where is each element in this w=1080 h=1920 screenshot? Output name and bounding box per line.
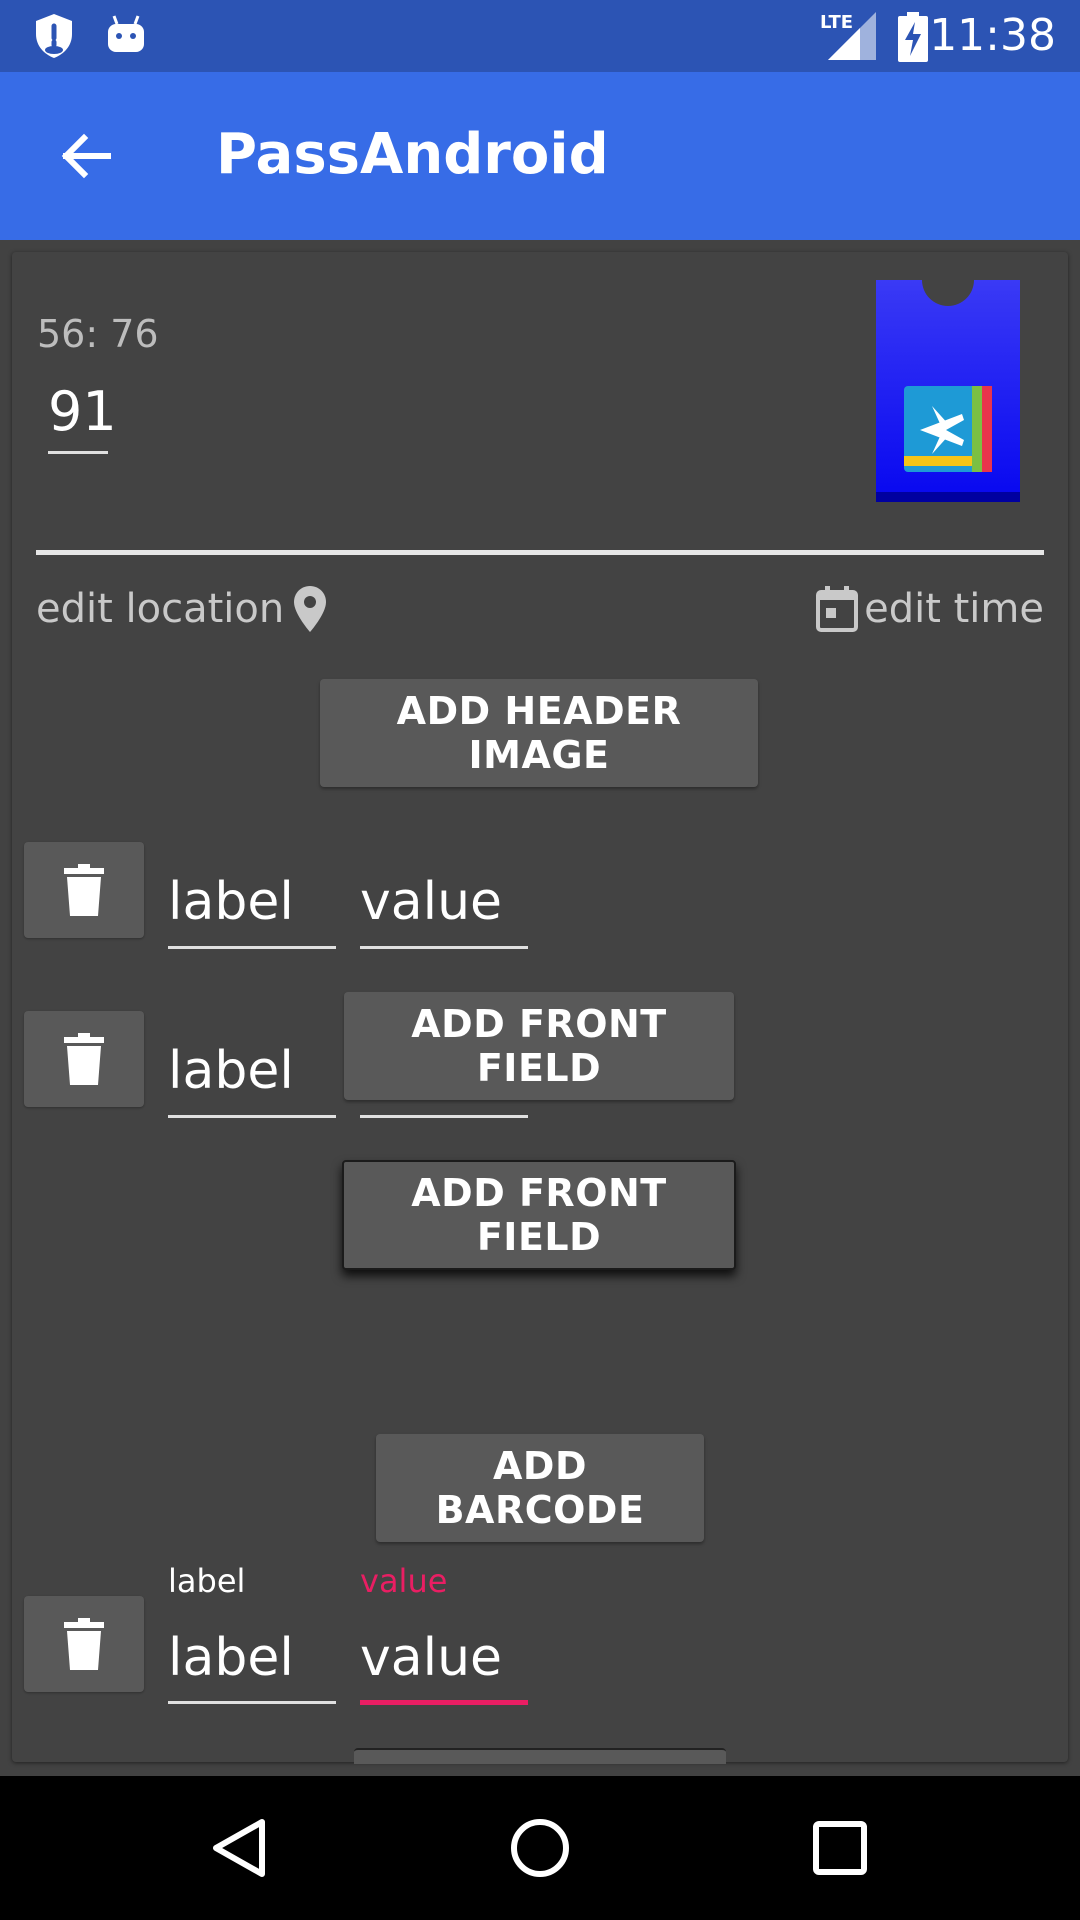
delete-field-button[interactable] xyxy=(24,1011,144,1107)
front-field-label-underline xyxy=(168,946,336,949)
delete-field-button[interactable] xyxy=(24,1596,144,1692)
clock: 11:38 xyxy=(929,10,1056,61)
location-pin-icon xyxy=(294,586,327,632)
back-field-value-input[interactable]: value xyxy=(360,1628,502,1688)
front-field-value-underline xyxy=(360,946,528,949)
status-bar: LTE 11:38 xyxy=(0,0,1080,72)
front-field-label-underline xyxy=(168,1115,336,1118)
network-label: LTE xyxy=(820,12,854,33)
edit-time[interactable]: edit time xyxy=(816,586,1044,632)
app-title: PassAndroid xyxy=(216,122,609,187)
edit-location[interactable]: edit location xyxy=(36,586,327,632)
header-field-label: 56: 76 xyxy=(37,312,159,356)
arrow-back-icon[interactable] xyxy=(56,126,116,186)
back-field-value-caption: value xyxy=(360,1562,448,1600)
back-field-label-underline xyxy=(168,1701,336,1704)
add-header-image-button[interactable]: ADD HEADER IMAGE xyxy=(320,679,758,787)
add-front-field-button-ghost[interactable]: ADD FRONT FIELD xyxy=(344,992,734,1100)
trash-icon xyxy=(64,1033,104,1085)
partial-button[interactable] xyxy=(354,1748,726,1764)
front-field-label-input[interactable]: label xyxy=(168,872,294,932)
add-barcode-button[interactable]: ADD BARCODE xyxy=(376,1434,704,1542)
nav-recents-icon[interactable] xyxy=(808,1816,872,1880)
app-bar: PassAndroid xyxy=(0,72,1080,240)
back-field-label-input[interactable]: label xyxy=(168,1628,294,1688)
header-field-value[interactable]: 91 xyxy=(48,380,117,443)
boarding-pass-icon[interactable] xyxy=(876,280,1020,502)
delete-field-button[interactable] xyxy=(24,842,144,938)
divider xyxy=(36,550,1044,555)
trash-icon xyxy=(64,1618,104,1670)
front-field-value-underline xyxy=(360,1115,528,1118)
front-field-label-input[interactable]: label xyxy=(168,1041,294,1101)
nav-back-icon[interactable] xyxy=(208,1816,272,1880)
calendar-icon xyxy=(816,586,859,632)
shield-icon xyxy=(36,14,72,58)
battery-charging-icon xyxy=(898,12,928,62)
nav-home-icon[interactable] xyxy=(508,1816,572,1880)
back-field-value-underline xyxy=(360,1700,528,1705)
lte-signal-icon: LTE xyxy=(820,12,876,60)
front-field-value-input[interactable]: value xyxy=(360,872,502,932)
add-front-field-button[interactable]: ADD FRONT FIELD xyxy=(342,1160,736,1270)
edit-time-label: edit time xyxy=(864,586,1044,632)
trash-icon xyxy=(64,864,104,916)
header-field-underline xyxy=(48,451,108,454)
back-field-label-caption: label xyxy=(168,1562,246,1600)
android-icon xyxy=(108,15,144,52)
navigation-bar xyxy=(0,1776,1080,1920)
edit-location-label: edit location xyxy=(36,586,285,632)
